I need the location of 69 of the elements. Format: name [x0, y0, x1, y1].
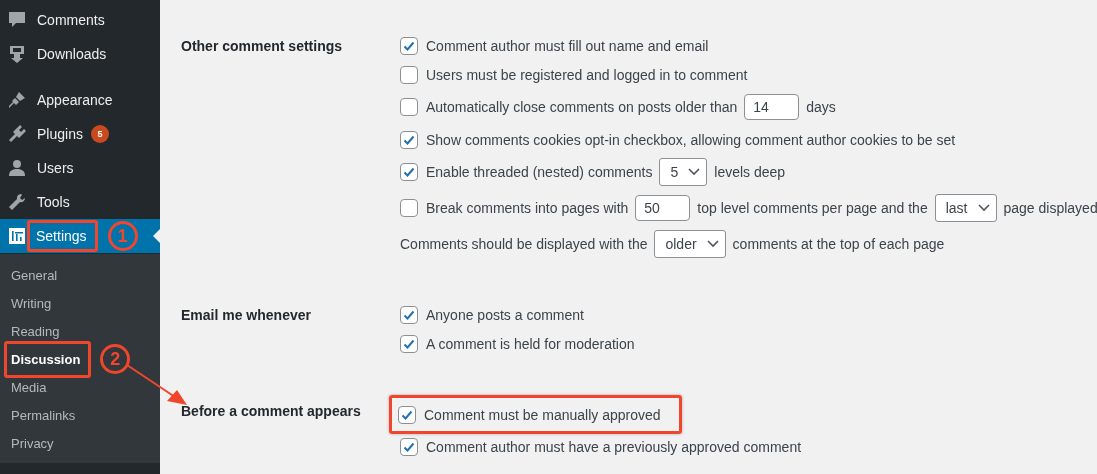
menu-label: Downloads — [36, 45, 108, 64]
menu-item[interactable]: Comments — [0, 3, 160, 37]
checkbox[interactable] — [400, 163, 418, 181]
dropdown[interactable]: last — [934, 194, 997, 222]
menu-label: Comments — [36, 11, 106, 30]
submenu-item[interactable]: Writing — [0, 295, 52, 311]
option-text: Comments should be displayed with the — [400, 236, 648, 252]
option-text: Comment author must fill out name and email — [426, 37, 709, 54]
option-text: Automatically close comments on posts older than — [426, 99, 738, 115]
option-text: Comment author must have a previously approved comment — [426, 438, 802, 455]
setting-label: Other comment settings — [181, 37, 344, 56]
menu-label: Users — [36, 159, 75, 178]
submenu-item[interactable]: Discussion — [4, 340, 92, 378]
checkbox[interactable] — [398, 405, 416, 424]
menu-item[interactable]: Downloads — [0, 37, 160, 71]
option-text: top level comments per page and the — [697, 200, 928, 216]
menu-item[interactable]: Users — [0, 151, 160, 185]
brush-icon — [7, 90, 27, 110]
menu-label: Settings — [27, 220, 98, 252]
download-icon — [7, 44, 27, 64]
wrench-icon — [7, 192, 27, 212]
submenu-item[interactable]: Privacy — [0, 435, 54, 451]
submenu-item[interactable]: General — [0, 267, 58, 283]
user-icon — [7, 158, 27, 178]
option-text: A comment is held for moderation — [426, 335, 635, 352]
settings-icon — [7, 226, 27, 246]
number-field[interactable]: 50 — [635, 195, 691, 221]
option-text: Anyone posts a comment — [426, 306, 584, 323]
dropdown[interactable]: older — [654, 230, 726, 258]
menu-label: Plugins — [36, 125, 84, 144]
option-text: Show comments cookies opt-in checkbox, allowing comment author cookies to be set — [426, 131, 956, 148]
current-page-indicator — [153, 229, 160, 243]
checkbox[interactable] — [400, 199, 418, 217]
checkbox[interactable] — [400, 36, 418, 55]
menu-item[interactable]: Settings 1 — [0, 219, 160, 253]
checkbox[interactable] — [400, 65, 418, 84]
checkbox[interactable] — [400, 130, 418, 149]
chevron-down-icon — [977, 204, 990, 212]
update-count-badge: 5 — [90, 125, 109, 143]
number-field[interactable]: 14 — [744, 94, 800, 120]
submenu-item[interactable]: Media — [0, 379, 47, 395]
option-text: Comment must be manually approved — [424, 406, 661, 423]
menu-item[interactable]: Tools — [0, 185, 160, 219]
menu-item[interactable]: Appearance — [0, 83, 160, 117]
chevron-down-icon — [688, 168, 701, 176]
submenu-item[interactable]: Reading — [0, 323, 60, 339]
menu-label: Appearance — [36, 91, 114, 110]
step-number: 1 — [107, 221, 138, 251]
option-text: comments at the top of each page — [732, 236, 945, 252]
setting-label: Email me whenever — [181, 306, 312, 325]
chevron-down-icon — [706, 240, 719, 248]
checkbox[interactable] — [400, 437, 418, 456]
checkbox[interactable] — [400, 305, 418, 324]
submenu-item[interactable]: Permalinks — [0, 407, 76, 423]
option-text: Break comments into pages with — [426, 200, 629, 216]
plug-icon — [7, 124, 27, 144]
option-text: page displayed — [1003, 200, 1097, 216]
option-text: Enable threaded (nested) comments — [426, 164, 653, 180]
option-text: levels deep — [714, 164, 786, 180]
option-text: days — [806, 99, 836, 115]
dropdown[interactable]: 5 — [659, 158, 708, 186]
checkbox[interactable] — [400, 334, 418, 353]
speech-bubble-icon — [7, 10, 27, 30]
menu-label: Tools — [36, 193, 71, 212]
option-text: Users must be registered and logged in to comment — [426, 66, 748, 83]
step-number: 2 — [100, 344, 131, 374]
menu-item[interactable]: Plugins 5 — [0, 117, 160, 151]
checkbox[interactable] — [400, 98, 418, 116]
setting-label: Before a comment appears — [181, 402, 362, 421]
